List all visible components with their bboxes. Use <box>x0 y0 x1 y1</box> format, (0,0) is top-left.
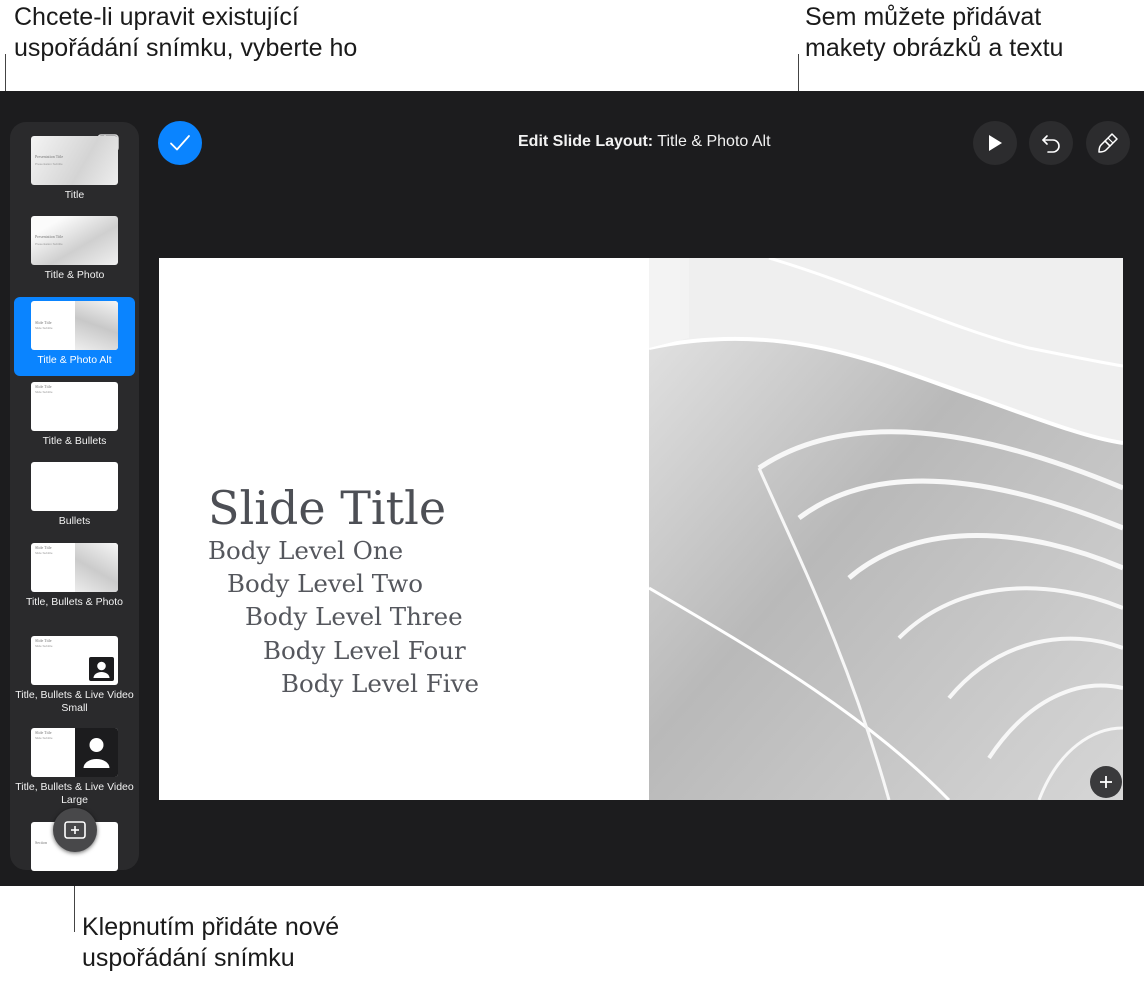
thumb-subtitle: Slide Subtitle <box>35 551 53 555</box>
layout-thumbnail: Slide Title Slide Subtitle <box>31 382 118 431</box>
undo-button[interactable] <box>1029 121 1073 165</box>
thumb-subtitle: Presentation Subtitle <box>35 242 63 246</box>
thumb-title: Slide Title <box>35 320 52 325</box>
photo-placeholder[interactable] <box>648 258 1123 800</box>
layout-label: Title & Photo <box>44 269 105 281</box>
body-level-5[interactable]: Body Level Five <box>281 668 479 700</box>
callout-line: Klepnutím přidáte nové <box>82 913 340 941</box>
thumb-subtitle: Presentation Subtitle <box>35 162 63 166</box>
thumb-title: Slide Title <box>35 545 52 550</box>
play-icon <box>989 135 1002 151</box>
layout-item-title-bullets-photo[interactable]: Slide Title Slide Subtitle Title, Bullet… <box>14 543 135 625</box>
callout-line: Sem můžete přidávat <box>805 3 1042 31</box>
layout-thumbnail <box>31 462 118 511</box>
layout-item-title-photo-alt[interactable]: Slide Title Slide Subtitle Title & Photo… <box>14 297 135 376</box>
layout-thumbnail: Presentation Title Presentation Subtitle <box>31 136 118 185</box>
layout-item-live-video-large[interactable]: Slide Title Slide Subtitle Title, Bullet… <box>14 728 135 810</box>
body-level-2[interactable]: Body Level Two <box>227 568 423 600</box>
layout-label: Title & Photo Alt <box>37 354 112 366</box>
page-title-value: Title & Photo Alt <box>657 133 771 150</box>
layout-label: Title, Bullets & Live Video Large <box>15 781 134 806</box>
layout-label: Title, Bullets & Live Video Small <box>15 689 134 714</box>
paintbrush-icon <box>1098 133 1118 153</box>
layout-item-bullets[interactable]: Bullets <box>14 462 135 532</box>
thumb-title: Presentation Title <box>35 234 64 239</box>
callout-line: Chcete-li upravit existující <box>14 3 299 31</box>
thumb-title: Slide Title <box>35 638 52 643</box>
thumb-subtitle: Slide Subtitle <box>35 390 53 394</box>
add-slide-icon[interactable] <box>53 808 97 852</box>
format-button[interactable] <box>1086 121 1130 165</box>
person-icon <box>75 728 118 777</box>
layout-thumbnail: Slide Title Slide Subtitle <box>31 543 118 592</box>
thumb-title: Slide Title <box>35 730 52 735</box>
checkmark-icon <box>170 135 190 151</box>
layout-thumbnail: Slide Title Slide Subtitle <box>31 301 118 350</box>
callout-new-layout: Klepnutím přidáte nové uspořádání snímku <box>82 912 339 974</box>
layout-label: Bullets <box>58 515 91 527</box>
add-placeholder-button[interactable] <box>1090 766 1122 798</box>
person-icon <box>89 657 114 681</box>
body-level-3[interactable]: Body Level Three <box>245 601 463 633</box>
callout-edit-layout: Chcete-li upravit existující uspořádání … <box>14 2 357 64</box>
callout-line: uspořádání snímku <box>82 944 295 972</box>
layout-item-title[interactable]: Presentation Title Presentation Subtitle… <box>14 136 135 210</box>
layout-thumbnail: Slide Title Slide Subtitle <box>31 728 118 777</box>
slide-canvas[interactable]: Slide Title Body Level One Body Level Tw… <box>159 258 1123 800</box>
layout-thumbnail: Presentation Title Presentation Subtitle <box>31 216 118 265</box>
layout-label: Title, Bullets & Photo <box>25 596 124 608</box>
play-button[interactable] <box>973 121 1017 165</box>
layout-thumbnail: Slide Title Slide Subtitle <box>31 636 118 685</box>
undo-icon <box>1042 135 1060 153</box>
thumb-subtitle: Slide Subtitle <box>35 644 53 648</box>
layout-item-title-bullets[interactable]: Slide Title Slide Subtitle Title & Bulle… <box>14 382 135 452</box>
body-level-4[interactable]: Body Level Four <box>263 635 466 667</box>
slide-title[interactable]: Slide Title <box>208 480 446 536</box>
callout-placeholders: Sem můžete přidávat makety obrázků a tex… <box>805 2 1063 64</box>
layout-item-live-video-small[interactable]: Slide Title Slide Subtitle Title, Bullet… <box>14 636 135 718</box>
thumb-subtitle: Slide Subtitle <box>35 736 53 740</box>
layout-item-title-photo[interactable]: Presentation Title Presentation Subtitle… <box>14 216 135 292</box>
thumb-title: Presentation Title <box>35 154 64 159</box>
page-title-label: Edit Slide Layout: <box>518 133 654 150</box>
thumb-subtitle: Slide Subtitle <box>35 326 53 330</box>
done-button[interactable] <box>158 121 202 165</box>
body-level-1[interactable]: Body Level One <box>208 535 403 567</box>
callout-line: makety obrázků a textu <box>805 34 1064 62</box>
plus-icon <box>1100 776 1112 788</box>
page-title: Edit Slide Layout: Title & Photo Alt <box>518 132 771 152</box>
thumb-title: Slide Title <box>35 384 52 389</box>
layout-label: Title <box>64 189 85 201</box>
thumb-title: Section <box>35 840 47 845</box>
callout-line: uspořádání snímku, vyberte ho <box>14 34 358 62</box>
layout-label: Title & Bullets <box>42 435 107 447</box>
